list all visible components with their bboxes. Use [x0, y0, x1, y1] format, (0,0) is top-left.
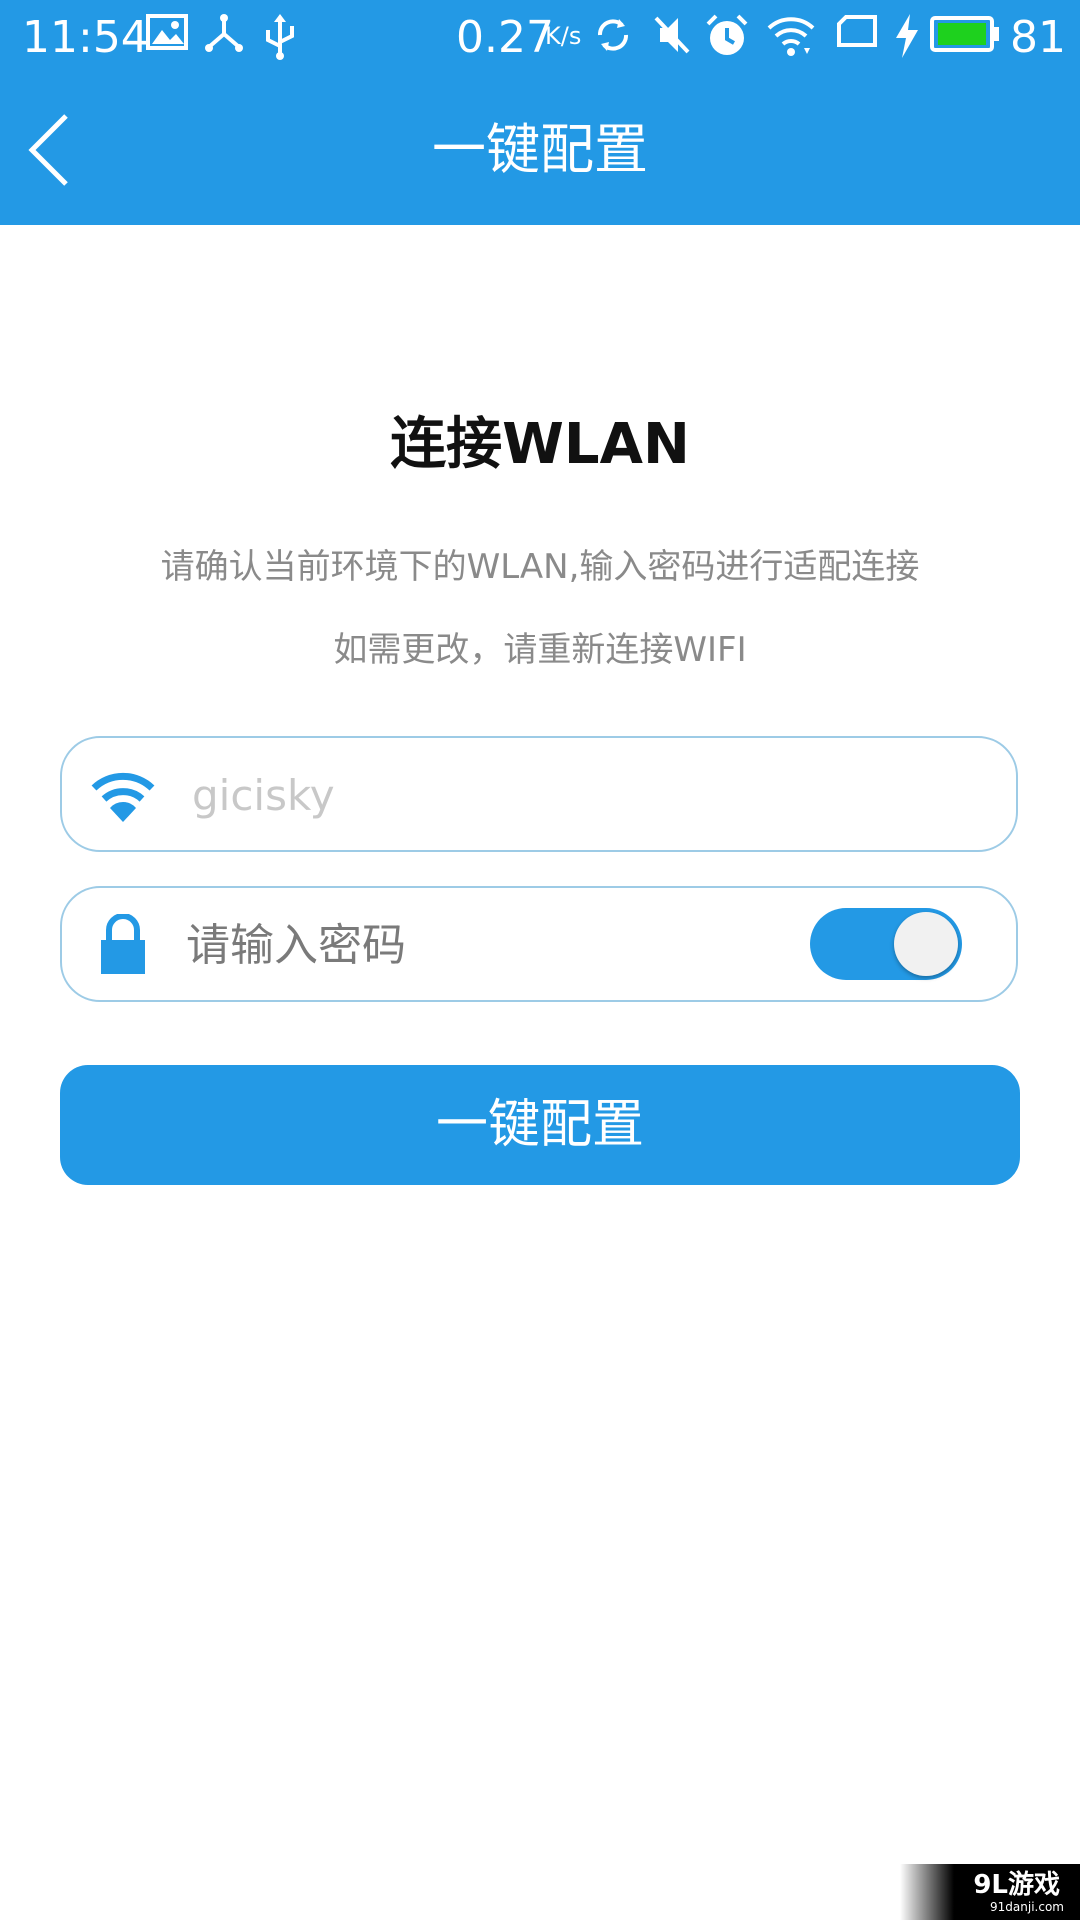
battery-level: 81	[1010, 12, 1066, 63]
alarm-icon	[706, 14, 748, 55]
section-heading: 连接WLAN	[390, 412, 690, 477]
watermark-url: 91danji.com	[990, 1900, 1064, 1914]
net-speed-unit: K/s	[545, 22, 582, 50]
battery-icon	[930, 16, 999, 52]
net-speed: 0.27	[456, 12, 554, 63]
status-time: 11:54	[22, 12, 149, 63]
watermark: 9L游戏 91danji.com	[900, 1864, 1080, 1920]
description-line-2: 如需更改，请重新连接WIFI	[333, 630, 747, 670]
wifi-ssid-field	[60, 736, 1018, 852]
usb-icon	[266, 14, 294, 60]
charging-icon	[896, 14, 918, 58]
page-title: 一键配置	[432, 118, 648, 181]
share-icon	[205, 14, 243, 52]
toggle-knob	[894, 912, 958, 976]
ssid-input[interactable]	[190, 756, 954, 834]
password-visibility-toggle[interactable]	[810, 908, 962, 980]
password-input[interactable]	[184, 906, 748, 984]
sim-icon	[837, 15, 877, 47]
lock-icon	[101, 914, 145, 974]
one-key-config-button[interactable]: 一键配置	[60, 1065, 1020, 1185]
app-bar: 一键配置	[0, 75, 1080, 225]
mute-icon	[654, 16, 690, 54]
watermark-logo: 9L游戏	[973, 1870, 1060, 1900]
description-line-1: 请确认当前环境下的WLAN,输入密码进行适配连接	[160, 547, 920, 587]
wifi-icon	[91, 772, 155, 822]
wifi-icon	[767, 17, 815, 56]
sync-icon	[598, 19, 628, 51]
password-field	[60, 886, 1018, 1002]
image-icon	[146, 14, 188, 50]
status-bar: 11:54 0.27 K/s 81	[0, 0, 1080, 75]
